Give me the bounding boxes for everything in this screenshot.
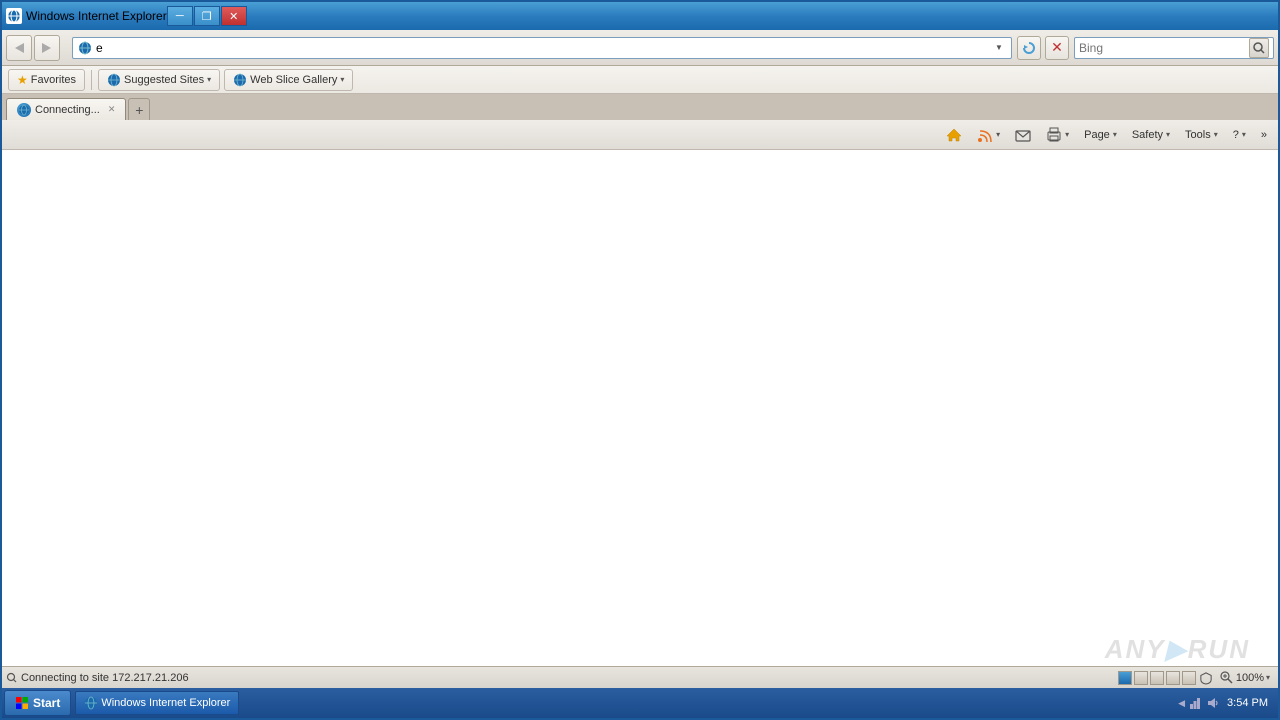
web-slice-icon <box>233 73 247 87</box>
page-label: Page <box>1084 129 1110 141</box>
title-bar: Windows Internet Explorer ─ ❐ ✕ <box>2 2 1278 30</box>
title-controls: ─ ❐ ✕ <box>167 6 247 26</box>
safety-dropdown-icon[interactable]: ▾ <box>1166 130 1170 139</box>
restore-button[interactable]: ❐ <box>194 6 220 26</box>
progress-seg-2 <box>1134 671 1148 685</box>
status-search-icon <box>6 672 18 684</box>
feeds-button[interactable]: ▾ <box>970 123 1007 147</box>
address-ie-icon <box>77 40 93 56</box>
star-icon: ★ <box>17 73 28 87</box>
ie-taskbar-item[interactable]: Windows Internet Explorer <box>75 691 239 715</box>
progress-seg-5 <box>1182 671 1196 685</box>
feeds-dropdown-icon[interactable]: ▾ <box>996 130 1000 139</box>
taskbar: Start Windows Internet Explorer ◀ <box>2 688 1278 718</box>
browser-window: Windows Internet Explorer ─ ❐ ✕ ▼ <box>0 0 1280 720</box>
address-input[interactable] <box>96 41 991 55</box>
search-container <box>1074 37 1274 59</box>
search-input[interactable] <box>1079 41 1249 55</box>
page-dropdown-icon[interactable]: ▾ <box>1113 130 1117 139</box>
forward-button[interactable] <box>34 35 60 61</box>
tab-label: Connecting... <box>35 104 100 116</box>
volume-tray-icon[interactable] <box>1205 695 1221 711</box>
security-icon <box>1200 671 1212 685</box>
help-button[interactable]: ? ▾ <box>1226 123 1253 147</box>
progress-area <box>1118 671 1196 685</box>
mail-button[interactable] <box>1008 123 1038 147</box>
security-zone-button[interactable] <box>1196 671 1216 685</box>
zoom-icon <box>1220 671 1234 685</box>
print-icon <box>1046 127 1062 143</box>
status-bar: Connecting to site 172.217.21.206 <box>2 666 1278 688</box>
home-icon <box>946 127 962 143</box>
ie-taskbar-label: Windows Internet Explorer <box>101 697 230 709</box>
active-tab[interactable]: Connecting... ✕ <box>6 98 126 120</box>
home-button[interactable] <box>939 123 969 147</box>
safety-label: Safety <box>1132 129 1163 141</box>
title-text: Windows Internet Explorer <box>26 9 167 23</box>
safety-button[interactable]: Safety ▾ <box>1125 123 1177 147</box>
progress-seg-1 <box>1118 671 1132 685</box>
connecting-status: Connecting to site 172.217.21.206 <box>21 672 189 684</box>
extra-tools-button[interactable]: » <box>1254 123 1274 147</box>
print-dropdown-icon[interactable]: ▾ <box>1065 130 1069 139</box>
toolbar: ▾ ▾ Page ▾ Safety ▾ Tools ▾ <box>2 120 1278 150</box>
search-button[interactable] <box>1249 38 1269 58</box>
start-label: Start <box>33 696 60 710</box>
status-text-area: Connecting to site 172.217.21.206 <box>6 672 1118 684</box>
suggested-sites-dropdown[interactable]: ▾ <box>207 75 211 84</box>
fav-separator <box>91 70 92 90</box>
help-dropdown-icon[interactable]: ▾ <box>1242 130 1246 139</box>
close-button[interactable]: ✕ <box>221 6 247 26</box>
suggested-sites-label: Suggested Sites <box>124 74 204 86</box>
print-button[interactable]: ▾ <box>1039 123 1076 147</box>
stop-button[interactable]: ✕ <box>1045 36 1069 60</box>
mail-icon <box>1015 127 1031 143</box>
tab-loading-icon <box>17 103 31 117</box>
page-area <box>2 150 1278 666</box>
taskbar-tray: ◀ 3:54 PM <box>1174 695 1276 711</box>
network-tray-icon[interactable] <box>1187 695 1203 711</box>
progress-seg-4 <box>1166 671 1180 685</box>
system-clock[interactable]: 3:54 PM <box>1223 697 1272 709</box>
minimize-button[interactable]: ─ <box>167 6 193 26</box>
start-button[interactable]: Start <box>4 690 71 716</box>
suggested-sites-icon <box>107 73 121 87</box>
ie-icon <box>6 8 22 24</box>
feeds-icon <box>977 127 993 143</box>
favorites-bar: ★ Favorites Suggested Sites ▾ Web Slice … <box>2 66 1278 94</box>
tools-dropdown-icon[interactable]: ▾ <box>1214 130 1218 139</box>
tools-label: Tools <box>1185 129 1211 141</box>
web-slice-gallery-label: Web Slice Gallery <box>250 74 337 86</box>
progress-seg-3 <box>1150 671 1164 685</box>
zoom-area: 100% ▾ <box>1216 671 1274 685</box>
nav-bar: ▼ ✕ <box>2 30 1278 66</box>
tab-bar: Connecting... ✕ + <box>2 94 1278 120</box>
browser-content: Connecting to site 172.217.21.206 <box>2 150 1278 688</box>
tray-expand-button[interactable]: ◀ <box>1178 698 1185 709</box>
taskbar-items: Windows Internet Explorer <box>75 691 1174 715</box>
address-dropdown-button[interactable]: ▼ <box>991 38 1007 58</box>
address-bar-container: ▼ <box>72 37 1012 59</box>
new-tab-button[interactable]: + <box>128 98 150 120</box>
start-logo-icon <box>15 696 29 710</box>
favorites-label: Favorites <box>31 74 76 86</box>
refresh-button[interactable] <box>1017 36 1041 60</box>
ie-taskbar-icon <box>84 696 98 710</box>
zoom-level: 100% <box>1236 672 1264 684</box>
web-slice-dropdown[interactable]: ▾ <box>340 75 344 84</box>
page-button[interactable]: Page ▾ <box>1077 123 1124 147</box>
web-slice-gallery-item[interactable]: Web Slice Gallery ▾ <box>224 69 353 91</box>
back-button[interactable] <box>6 35 32 61</box>
tab-close-icon[interactable]: ✕ <box>108 104 116 115</box>
suggested-sites-item[interactable]: Suggested Sites ▾ <box>98 69 220 91</box>
help-label: ? <box>1233 129 1239 141</box>
zoom-dropdown[interactable]: ▾ <box>1266 673 1270 682</box>
favorites-button[interactable]: ★ Favorites <box>8 69 85 91</box>
tools-button[interactable]: Tools ▾ <box>1178 123 1225 147</box>
